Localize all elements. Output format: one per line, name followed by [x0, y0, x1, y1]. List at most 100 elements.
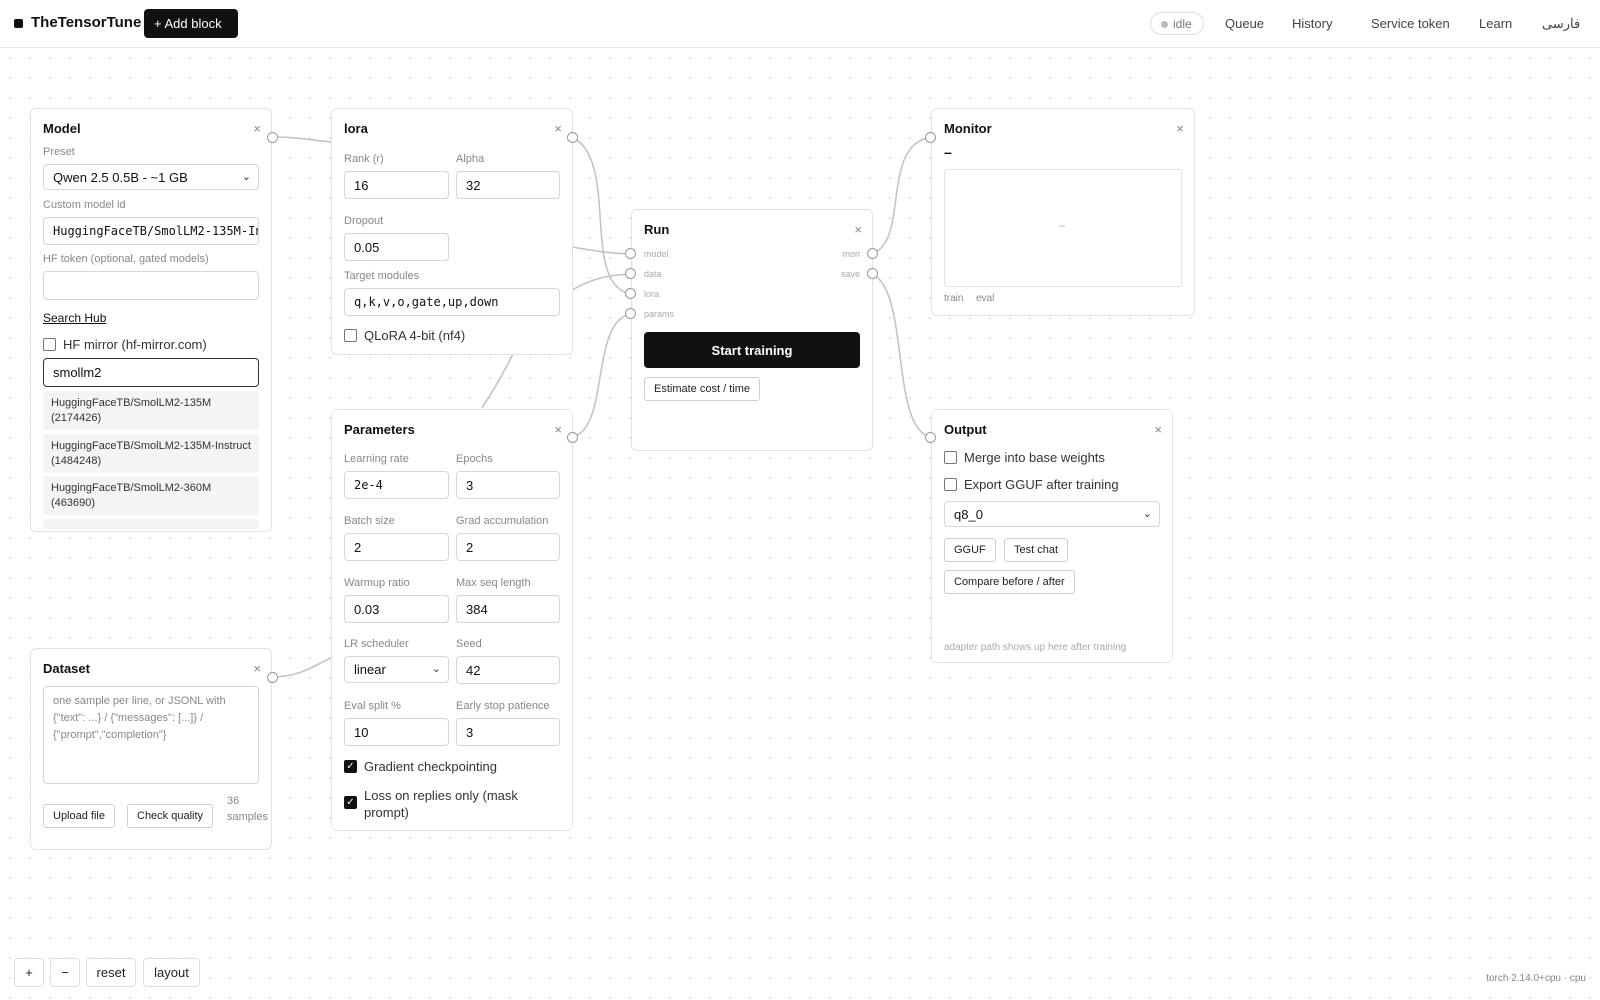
gguf-export-label: Export GGUF after training — [964, 477, 1119, 492]
start-training-button[interactable]: Start training — [644, 332, 860, 368]
search-result-item[interactable]: HuggingFaceTB/SmolLM2-360M (463690) — [43, 476, 259, 515]
run-block[interactable]: Run × model data lora params mon save St… — [631, 209, 873, 451]
check-quality-button[interactable]: Check quality — [127, 804, 214, 828]
quantization-select[interactable]: q8_0 ⌄ — [944, 501, 1160, 527]
lr-scheduler-label: LR scheduler — [344, 638, 409, 650]
test-chat-button[interactable]: Test chat — [1004, 538, 1069, 562]
early-stop-input[interactable]: 3 — [456, 718, 560, 746]
status-text: idle — [1173, 17, 1192, 31]
output-input-port[interactable] — [925, 432, 936, 443]
alpha-input[interactable]: 32 — [456, 171, 560, 199]
gradient-checkpointing-checkbox[interactable]: ✓ — [344, 760, 357, 773]
close-icon[interactable]: × — [554, 422, 562, 437]
port-label-lora: lora — [644, 289, 660, 299]
hf-token-label: HF token (optional, gated models) — [43, 253, 209, 265]
close-icon[interactable]: × — [1176, 121, 1184, 136]
close-icon[interactable]: × — [253, 661, 261, 676]
max-seq-length-label: Max seq length — [456, 577, 531, 589]
zoom-in-button[interactable]: + — [14, 958, 44, 987]
wire-dataset-run-in — [571, 273, 632, 291]
zoom-out-button[interactable]: − — [50, 958, 80, 987]
rank-label: Rank (r) — [344, 153, 384, 165]
wire-run-output — [871, 273, 932, 438]
warmup-ratio-input[interactable]: 0.03 — [344, 595, 449, 623]
compare-button[interactable]: Compare before / after — [944, 570, 1075, 594]
top-bar: TheTensorTune + Add block idle Queue His… — [0, 0, 1600, 48]
seed-input[interactable]: 42 — [456, 656, 560, 684]
model-block[interactable]: Model × Preset Qwen 2.5 0.5B - ~1 GB ⌄ C… — [30, 108, 272, 532]
hf-token-input[interactable] — [43, 271, 259, 300]
dropout-input[interactable]: 0.05 — [344, 233, 449, 261]
run-input-port-params[interactable] — [625, 308, 636, 319]
batch-size-input[interactable]: 2 — [344, 533, 449, 561]
loss-on-replies-label: Loss on replies only (mask prompt) — [364, 788, 518, 820]
close-icon[interactable]: × — [253, 121, 261, 136]
parameters-output-port[interactable] — [567, 432, 578, 443]
run-block-title: Run — [644, 222, 670, 237]
estimate-cost-button[interactable]: Estimate cost / time — [644, 377, 760, 401]
close-icon[interactable]: × — [854, 222, 862, 237]
learning-rate-input[interactable]: 2e-4 — [344, 471, 449, 499]
wire-run-monitor — [871, 136, 932, 255]
search-result-item[interactable]: HuggingFaceTB/SmolLM2-135M-Instruct (148… — [43, 434, 259, 473]
custom-model-input[interactable]: HuggingFaceTB/SmolLM2-135M-Instruct — [43, 217, 259, 245]
eval-split-input[interactable]: 10 — [344, 718, 449, 746]
target-modules-input[interactable]: q,k,v,o,gate,up,down — [344, 288, 560, 316]
dataset-output-port[interactable] — [267, 672, 278, 683]
max-seq-length-input[interactable]: 384 — [456, 595, 560, 623]
monitor-block-title: Monitor — [944, 121, 992, 136]
search-result-item[interactable] — [43, 519, 259, 529]
wire-dataset-mid — [481, 353, 514, 409]
hf-mirror-checkbox[interactable] — [43, 338, 56, 351]
lora-block[interactable]: lora × Rank (r) 16 Alpha 32 Dropout 0.05… — [331, 108, 573, 355]
port-label-data: data — [644, 269, 662, 279]
search-hub-link[interactable]: Search Hub — [43, 311, 106, 325]
model-output-port[interactable] — [267, 132, 278, 143]
gradient-checkpointing-label: Gradient checkpointing — [364, 759, 497, 774]
gguf-button[interactable]: GGUF — [944, 538, 996, 562]
grad-accumulation-input[interactable]: 2 — [456, 533, 560, 561]
run-output-port-mon[interactable] — [867, 248, 878, 259]
upload-file-button[interactable]: Upload file — [43, 804, 115, 828]
rank-input[interactable]: 16 — [344, 171, 449, 199]
nav-queue[interactable]: Queue — [1225, 16, 1264, 31]
add-block-button[interactable]: + Add block — [144, 9, 238, 38]
output-block[interactable]: Output × Merge into base weights Export … — [931, 409, 1173, 663]
quantization-value: q8_0 — [954, 507, 983, 522]
nav-service-token[interactable]: Service token — [1371, 16, 1450, 31]
nav-language[interactable]: فارسی — [1542, 16, 1580, 32]
warmup-ratio-label: Warmup ratio — [344, 577, 410, 589]
lr-scheduler-select[interactable]: linear ⌄ — [344, 656, 449, 683]
dropout-label: Dropout — [344, 215, 384, 227]
loss-on-replies-checkbox[interactable]: ✓ — [344, 796, 357, 809]
close-icon[interactable]: × — [554, 121, 562, 136]
nav-history[interactable]: History — [1292, 16, 1332, 31]
reset-view-button[interactable]: reset — [86, 958, 136, 987]
run-input-port-lora[interactable] — [625, 288, 636, 299]
lora-output-port[interactable] — [567, 132, 578, 143]
run-input-port-model[interactable] — [625, 248, 636, 259]
monitor-input-port[interactable] — [925, 132, 936, 143]
auto-layout-button[interactable]: layout — [143, 958, 200, 987]
adapter-path-note: adapter path shows up here after trainin… — [944, 642, 1127, 653]
monitor-block[interactable]: Monitor × – – train eval — [931, 108, 1195, 316]
early-stop-label: Early stop patience — [456, 700, 550, 712]
nav-learn[interactable]: Learn — [1479, 16, 1512, 31]
dataset-textarea[interactable]: one sample per line, or JSONL with {"tex… — [43, 686, 259, 784]
hf-mirror-label: HF mirror (hf-mirror.com) — [63, 337, 207, 352]
epochs-input[interactable]: 3 — [456, 471, 560, 499]
preset-select[interactable]: Qwen 2.5 0.5B - ~1 GB ⌄ — [43, 164, 259, 190]
parameters-block[interactable]: Parameters × Learning rate 2e-4 Epochs 3… — [331, 409, 573, 831]
dataset-block[interactable]: Dataset × one sample per line, or JSONL … — [30, 648, 272, 850]
merge-checkbox[interactable] — [944, 451, 957, 464]
custom-model-label: Custom model id — [43, 199, 126, 211]
search-result-item[interactable]: HuggingFaceTB/SmolLM2-135M (2174426) — [43, 391, 259, 430]
close-icon[interactable]: × — [1154, 422, 1162, 437]
gguf-export-checkbox[interactable] — [944, 478, 957, 491]
qlora-checkbox[interactable] — [344, 329, 357, 342]
hub-search-input[interactable]: smollm2 — [43, 358, 259, 387]
preset-value: Qwen 2.5 0.5B - ~1 GB — [53, 170, 188, 185]
run-input-port-data[interactable] — [625, 268, 636, 279]
wire-lora-run — [571, 136, 632, 295]
run-output-port-save[interactable] — [867, 268, 878, 279]
